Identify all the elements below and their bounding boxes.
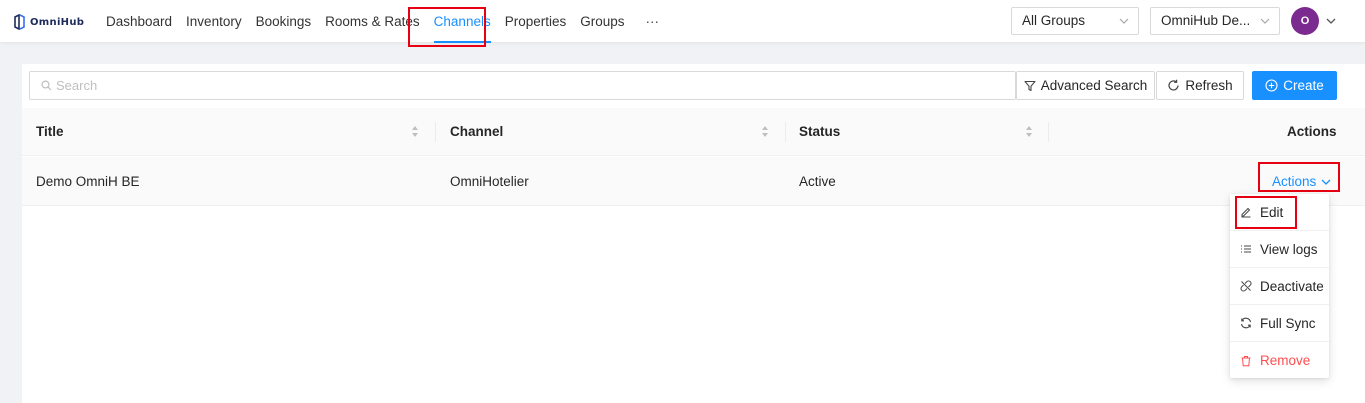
nav-groups[interactable]: Groups <box>573 0 631 43</box>
menu-item-label: Edit <box>1260 204 1284 220</box>
refresh-button[interactable]: Refresh <box>1156 71 1244 100</box>
row-actions-menu: Edit View logs Deactivate Full Sync Remo… <box>1230 194 1329 378</box>
property-select[interactable]: OmniHub De... <box>1150 7 1280 35</box>
nav-properties[interactable]: Properties <box>498 0 574 43</box>
menu-item-label: Deactivate <box>1260 278 1324 294</box>
nav-dashboard[interactable]: Dashboard <box>99 0 179 43</box>
filter-icon <box>1024 80 1036 91</box>
main-nav: Dashboard Inventory Bookings Rooms & Rat… <box>99 0 673 43</box>
logo-icon <box>14 14 25 30</box>
column-divider <box>1048 122 1049 142</box>
chevron-down-icon <box>1321 179 1331 185</box>
nav-rooms-rates[interactable]: Rooms & Rates <box>318 0 427 43</box>
nav-bookings[interactable]: Bookings <box>249 0 319 43</box>
advanced-search-button[interactable]: Advanced Search <box>1016 71 1155 100</box>
column-divider <box>435 122 436 142</box>
menu-item-deactivate[interactable]: Deactivate <box>1230 268 1329 305</box>
menu-item-label: View logs <box>1260 241 1318 257</box>
menu-item-remove[interactable]: Remove <box>1230 342 1329 379</box>
cell-title: Demo OmniH BE <box>36 174 140 189</box>
nav-more-icon[interactable]: ··· <box>632 0 674 43</box>
group-select[interactable]: All Groups <box>1011 7 1139 35</box>
column-header-actions: Actions <box>1287 124 1337 139</box>
menu-item-label: Full Sync <box>1260 315 1316 331</box>
property-select-value: OmniHub De... <box>1161 13 1251 28</box>
chevron-down-icon <box>1260 18 1270 24</box>
refresh-icon <box>1168 79 1179 91</box>
cell-channel: OmniHotelier <box>450 174 529 189</box>
create-label: Create <box>1283 78 1324 93</box>
row-actions-dropdown-trigger[interactable]: Actions <box>1272 173 1331 191</box>
column-header-status[interactable]: Status <box>799 108 840 156</box>
list-icon <box>1241 245 1251 253</box>
search-icon <box>41 80 52 91</box>
column-header-title[interactable]: Title <box>36 108 64 156</box>
edit-icon <box>1241 207 1251 218</box>
search-box[interactable] <box>29 71 1016 100</box>
menu-item-full-sync[interactable]: Full Sync <box>1230 305 1329 342</box>
nav-channels[interactable]: Channels <box>427 0 498 43</box>
sort-icon[interactable] <box>761 125 769 138</box>
menu-item-edit[interactable]: Edit <box>1230 194 1329 231</box>
app-logo[interactable]: OmniHub <box>14 13 84 31</box>
top-navigation-bar: OmniHub Dashboard Inventory Bookings Roo… <box>0 0 1365 43</box>
table-row[interactable]: Demo OmniH BE OmniHotelier Active <box>22 157 1365 206</box>
menu-item-label: Remove <box>1260 353 1311 368</box>
sync-icon <box>1240 317 1252 329</box>
menu-item-view-logs[interactable]: View logs <box>1230 231 1329 268</box>
cell-status: Active <box>799 174 836 189</box>
group-select-value: All Groups <box>1022 13 1086 28</box>
create-button[interactable]: Create <box>1252 71 1337 100</box>
sort-icon[interactable] <box>411 125 419 138</box>
table-header: Title Channel Status Actions <box>22 108 1365 156</box>
user-avatar[interactable]: O <box>1291 7 1319 35</box>
sort-icon[interactable] <box>1025 125 1033 138</box>
refresh-label: Refresh <box>1185 78 1233 93</box>
trash-icon <box>1241 355 1251 366</box>
advanced-search-label: Advanced Search <box>1040 78 1148 93</box>
disconnect-icon <box>1240 280 1252 292</box>
plus-circle-icon <box>1265 79 1278 92</box>
column-header-channel[interactable]: Channel <box>450 108 503 156</box>
user-menu-chevron-icon[interactable] <box>1326 17 1336 25</box>
column-divider <box>785 122 786 142</box>
search-input[interactable] <box>56 75 996 96</box>
chevron-down-icon <box>1119 18 1129 24</box>
nav-inventory[interactable]: Inventory <box>179 0 249 43</box>
row-actions-label: Actions <box>1272 174 1317 189</box>
logo-text: OmniHub <box>30 16 85 28</box>
